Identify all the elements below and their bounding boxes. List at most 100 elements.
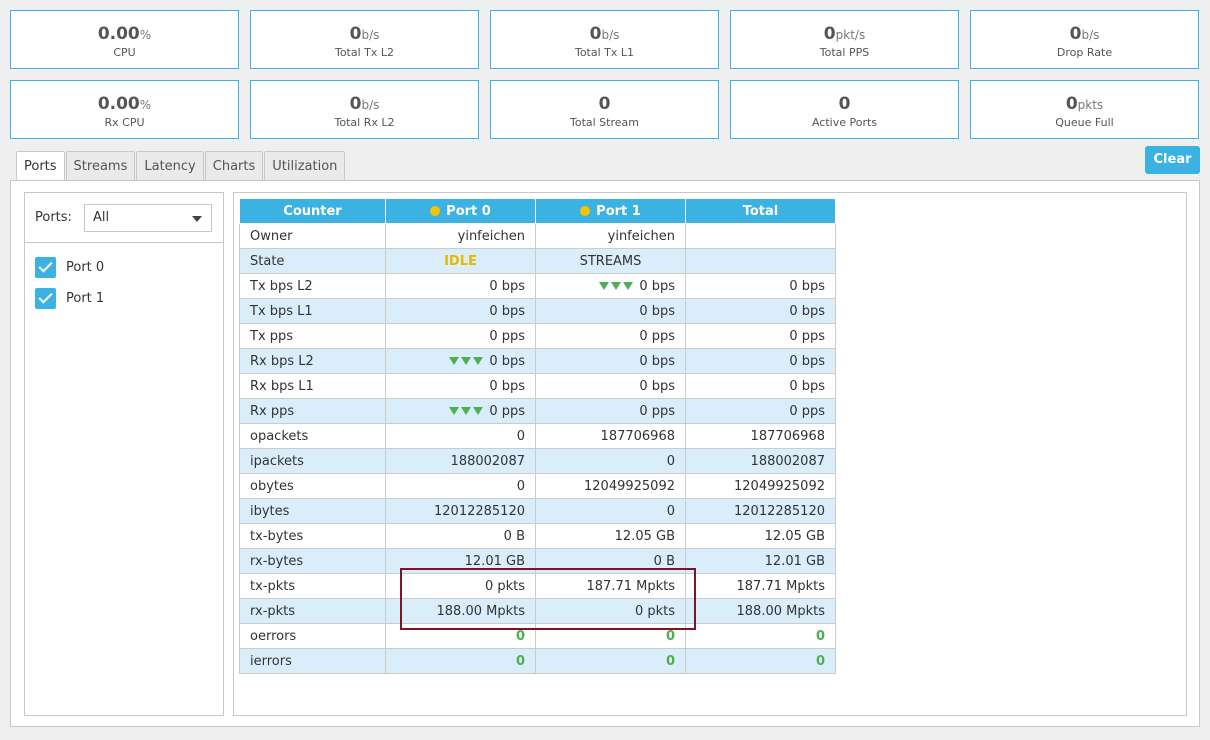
cell-text: 0 bps	[639, 353, 675, 369]
header-counter: Counter	[239, 198, 386, 224]
counter-name-cell: ierrors	[239, 648, 386, 674]
counter-name-cell: Tx bps L2	[239, 273, 386, 299]
counter-value-cell: 12012285120	[385, 498, 536, 524]
cell-text: 187706968	[600, 428, 675, 444]
cell-text: Tx bps L2	[250, 278, 313, 294]
table-row: rx-bytes 12.01 GB 0 B 12.01 GB	[239, 548, 836, 574]
table-row: Owner yinfeichen yinfeichen	[239, 223, 836, 249]
stat-value: 0	[349, 94, 362, 114]
stat-unit: b/s	[601, 28, 620, 42]
counter-value-cell: 0	[535, 623, 686, 649]
cell-text: Rx bps L2	[250, 353, 314, 369]
ports-select-value: All	[92, 210, 110, 225]
cell-text: tx-pkts	[250, 578, 296, 594]
stat-unit: b/s	[361, 28, 380, 42]
cell-text: yinfeichen	[457, 228, 525, 244]
header-total: Total	[685, 198, 836, 224]
tab-bar: Ports Streams Latency Charts Utilization	[16, 151, 346, 182]
table-row: Rx pps 0 pps 0 pps 0 pps	[239, 398, 836, 424]
counter-name-cell: opackets	[239, 423, 386, 449]
clear-button[interactable]: Clear	[1145, 146, 1200, 174]
stat-unit: pkt/s	[835, 28, 866, 42]
stat-value: 0	[823, 24, 836, 44]
counter-value-cell: 0 bps	[385, 373, 536, 399]
cell-text: rx-pkts	[250, 603, 296, 619]
tab-charts[interactable]: Charts	[204, 151, 264, 181]
stat-total-pps: 0pkt/s Total PPS	[730, 10, 959, 69]
stats-table-container: Counter Port 0 Port 1 Total Owner yinfeic…	[233, 192, 1187, 716]
cell-text: 0	[516, 428, 525, 444]
counter-name-cell: Tx pps	[239, 323, 386, 349]
cell-text: 0 pps	[789, 403, 825, 419]
table-row: ibytes 12012285120 0 12012285120	[239, 498, 836, 524]
table-row: ipackets 188002087 0 188002087	[239, 448, 836, 474]
stat-value: 0	[349, 24, 362, 44]
counter-value-cell: 187.71 Mpkts	[685, 573, 836, 599]
cell-text: 0 pkts	[634, 603, 675, 619]
table-row: obytes 0 12049925092 12049925092	[239, 473, 836, 499]
cell-text: 187.71 Mpkts	[586, 578, 676, 594]
table-row: Tx bps L1 0 bps 0 bps 0 bps	[239, 298, 836, 324]
counter-name-cell: ibytes	[239, 498, 386, 524]
counter-value-cell: 0 bps	[385, 273, 536, 299]
counter-value-cell: 0	[535, 648, 686, 674]
cell-text: State	[250, 253, 285, 269]
counter-value-cell: STREAMS	[535, 248, 686, 274]
counter-value-cell: 0 bps	[685, 298, 836, 324]
stat-total-tx-l2: 0b/s Total Tx L2	[250, 10, 479, 69]
counter-value-cell: yinfeichen	[535, 223, 686, 249]
table-row: tx-pkts 0 pkts 187.71 Mpkts 187.71 Mpkts	[239, 573, 836, 599]
cell-text: 187706968	[750, 428, 825, 444]
stat-label: Total Stream	[570, 116, 639, 129]
tab-utilization[interactable]: Utilization	[264, 151, 346, 181]
tab-latency[interactable]: Latency	[136, 151, 204, 181]
cell-text: oerrors	[250, 628, 297, 644]
counter-value-cell	[685, 248, 836, 274]
cell-text: Tx bps L1	[250, 303, 313, 319]
stat-unit: %	[139, 28, 152, 42]
counter-value-cell: 0 pps	[685, 323, 836, 349]
checkbox-checked-icon[interactable]	[35, 257, 56, 278]
stat-total-tx-l1: 0b/s Total Tx L1	[490, 10, 719, 69]
cell-text: 188002087	[450, 453, 525, 469]
table-header: Counter Port 0 Port 1 Total	[239, 198, 836, 224]
cell-text: 188.00 Mpkts	[436, 603, 526, 619]
header-port-0: Port 0	[385, 198, 536, 224]
cell-text: 0 pkts	[484, 578, 525, 594]
cell-text: yinfeichen	[607, 228, 675, 244]
table-row: rx-pkts 188.00 Mpkts 0 pkts 188.00 Mpkts	[239, 598, 836, 624]
counter-name-cell: Rx bps L1	[239, 373, 386, 399]
stat-drop-rate: 0b/s Drop Rate	[970, 10, 1199, 69]
counter-name-cell: ipackets	[239, 448, 386, 474]
cell-text: 0 B	[503, 528, 525, 544]
counter-name-cell: tx-bytes	[239, 523, 386, 549]
counter-value-cell: yinfeichen	[385, 223, 536, 249]
counter-name-cell: Owner	[239, 223, 386, 249]
down-triangle-icon	[449, 354, 485, 369]
cell-text: IDLE	[444, 253, 477, 269]
port-label: Port 1	[66, 291, 105, 306]
ports-sidebar: Ports: All Port 0 Port 1	[24, 192, 224, 716]
counter-value-cell: 188002087	[685, 448, 836, 474]
counter-value-cell: 0	[685, 623, 836, 649]
counter-value-cell: 187706968	[685, 423, 836, 449]
stat-unit: %	[139, 98, 152, 112]
port-item-0[interactable]: Port 0	[25, 252, 223, 283]
counter-value-cell: 0 bps	[685, 348, 836, 374]
tab-streams[interactable]: Streams	[65, 151, 136, 181]
cell-text: 0 pps	[789, 328, 825, 344]
port-item-1[interactable]: Port 1	[25, 283, 223, 314]
down-triangle-icon	[449, 404, 485, 419]
counter-value-cell: 0	[385, 473, 536, 499]
header-label: Port 1	[596, 203, 641, 219]
cell-text: 12049925092	[584, 478, 675, 494]
counter-value-cell: 0	[385, 423, 536, 449]
counter-value-cell: 0 bps	[685, 373, 836, 399]
counter-value-cell: 0 pps	[535, 323, 686, 349]
counter-value-cell: 0 bps	[685, 273, 836, 299]
checkbox-checked-icon[interactable]	[35, 288, 56, 309]
cell-text: 0 bps	[639, 278, 675, 294]
counter-value-cell: 0 bps	[385, 348, 536, 374]
ports-select[interactable]: All	[83, 203, 212, 232]
tab-ports[interactable]: Ports	[16, 151, 65, 182]
